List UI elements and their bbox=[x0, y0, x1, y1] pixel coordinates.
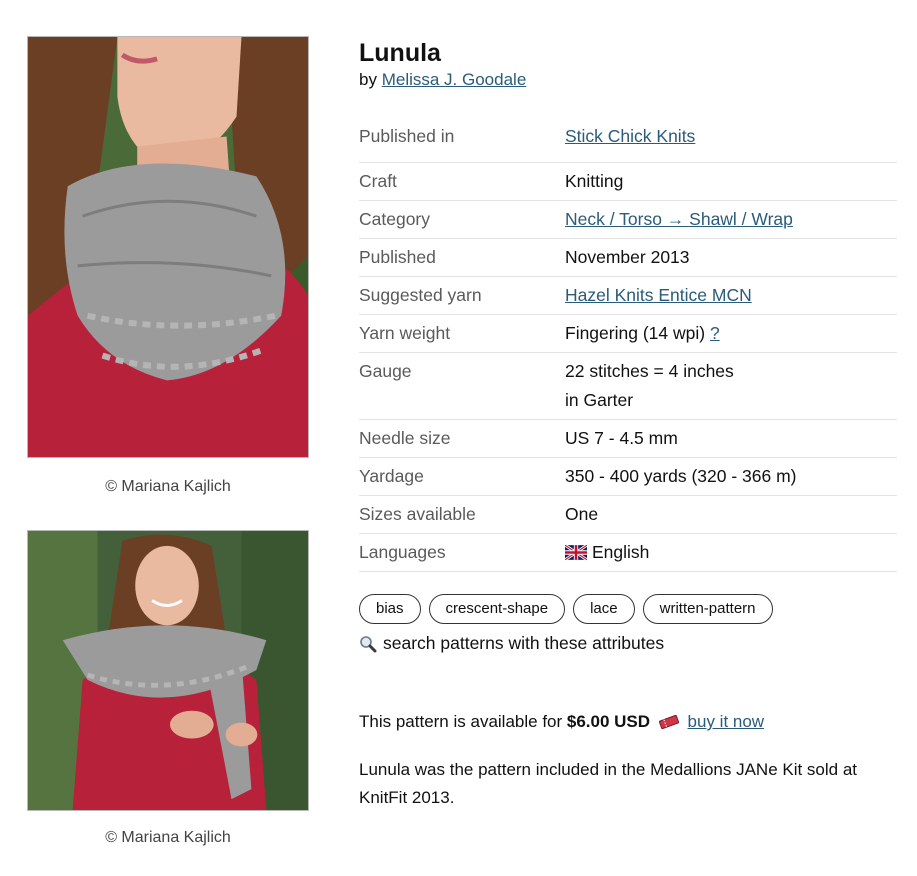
detail-row-published-in: Published in Stick Chick Knits bbox=[359, 123, 897, 163]
detail-label: Needle size bbox=[359, 428, 451, 448]
detail-label: Yardage bbox=[359, 466, 424, 486]
detail-row-published: Published November 2013 bbox=[359, 239, 897, 277]
detail-value: US 7 - 4.5 mm bbox=[565, 428, 678, 448]
detail-value: English bbox=[592, 542, 650, 562]
pattern-details-table: Published in Stick Chick Knits Craft Kni… bbox=[359, 123, 897, 572]
detail-row-gauge: Gauge 22 stitches = 4 inches in Garter bbox=[359, 353, 897, 420]
detail-value: Fingering (14 wpi) bbox=[565, 323, 706, 343]
detail-row-category: Category Neck / Torso → Shawl / Wrap bbox=[359, 201, 897, 239]
ticket-icon bbox=[658, 715, 679, 729]
detail-label: Gauge bbox=[359, 361, 412, 381]
buy-it-now-link[interactable]: buy it now bbox=[688, 712, 765, 731]
search-attributes-link[interactable]: search patterns with these attributes bbox=[359, 633, 897, 654]
detail-value: 350 - 400 yards (320 - 366 m) bbox=[565, 466, 797, 486]
pattern-info: Lunula by Melissa J. Goodale Published i… bbox=[359, 38, 897, 812]
search-attributes-label: search patterns with these attributes bbox=[383, 633, 665, 653]
detail-row-yardage: Yardage 350 - 400 yards (320 - 366 m) bbox=[359, 458, 897, 496]
detail-label: Sizes available bbox=[359, 504, 476, 524]
pattern-photo-2[interactable] bbox=[27, 530, 309, 811]
detail-row-languages: Languages English bbox=[359, 534, 897, 572]
price: $6.00 USD bbox=[566, 712, 651, 731]
photo-credit: © Mariana Kajlich bbox=[105, 478, 231, 495]
photo-credit: © Mariana Kajlich bbox=[105, 829, 231, 846]
detail-label: Published bbox=[359, 247, 436, 267]
detail-label: Published in bbox=[359, 126, 455, 146]
purchase-info: This pattern is available for $6.00 USD … bbox=[359, 712, 897, 732]
designer-link[interactable]: Melissa J. Goodale bbox=[382, 70, 527, 89]
purchase-prefix: This pattern is available for bbox=[359, 712, 563, 731]
detail-value: November 2013 bbox=[565, 247, 690, 267]
pattern-photo-1[interactable] bbox=[27, 36, 309, 458]
yarn-weight-help-link[interactable]: ? bbox=[710, 323, 720, 343]
detail-label: Craft bbox=[359, 171, 397, 191]
pattern-description: Lunula was the pattern included in the M… bbox=[359, 760, 858, 807]
detail-row-craft: Craft Knitting bbox=[359, 163, 897, 201]
attribute-tags: bias crescent-shape lace written-pattern bbox=[359, 594, 897, 624]
detail-value: One bbox=[565, 504, 599, 524]
yarn-link[interactable]: Hazel Knits Entice MCN bbox=[565, 285, 752, 305]
tag-crescent-shape[interactable]: crescent-shape bbox=[428, 594, 566, 624]
byline-prefix: by bbox=[359, 70, 377, 89]
tag-written-pattern[interactable]: written-pattern bbox=[642, 594, 773, 624]
detail-value: 22 stitches = 4 inches bbox=[565, 361, 734, 381]
publication-link[interactable]: Stick Chick Knits bbox=[565, 126, 695, 146]
detail-label: Yarn weight bbox=[359, 323, 451, 343]
detail-row-yarn-weight: Yarn weight Fingering (14 wpi) ? bbox=[359, 315, 897, 353]
detail-row-needle-size: Needle size US 7 - 4.5 mm bbox=[359, 420, 897, 458]
pattern-title: Lunula bbox=[359, 39, 441, 67]
tag-bias[interactable]: bias bbox=[359, 594, 421, 624]
byline: by Melissa J. Goodale bbox=[359, 70, 897, 90]
detail-row-suggested-yarn: Suggested yarn Hazel Knits Entice MCN bbox=[359, 277, 897, 315]
photo-column: © Mariana Kajlich © Mariana Kajlich bbox=[27, 36, 309, 847]
detail-label: Category bbox=[359, 209, 431, 229]
uk-flag-icon bbox=[565, 545, 587, 560]
detail-value: Knitting bbox=[565, 171, 624, 191]
detail-label: Suggested yarn bbox=[359, 285, 482, 305]
tag-lace[interactable]: lace bbox=[573, 594, 635, 624]
category-link[interactable]: Neck / Torso → Shawl / Wrap bbox=[565, 209, 793, 229]
detail-value-secondary: in Garter bbox=[565, 390, 634, 410]
detail-row-sizes: Sizes available One bbox=[359, 496, 897, 534]
detail-label: Languages bbox=[359, 542, 446, 562]
magnifier-icon bbox=[360, 635, 377, 652]
